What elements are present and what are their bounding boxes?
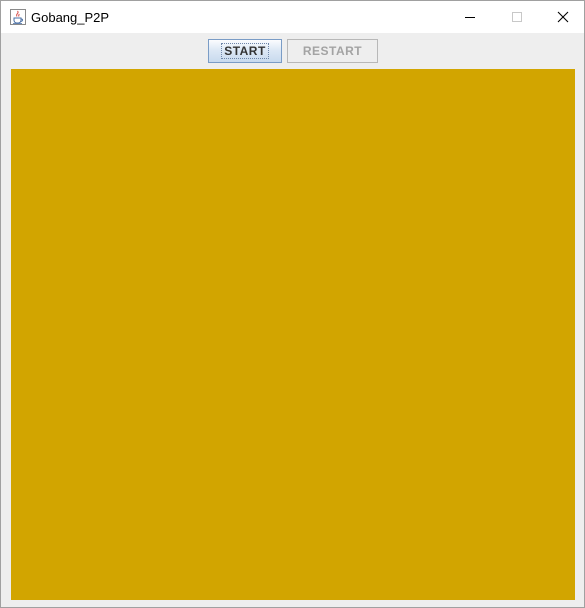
start-button[interactable]: START xyxy=(208,39,282,63)
maximize-icon xyxy=(512,12,522,22)
close-button[interactable] xyxy=(539,1,585,33)
title-bar[interactable]: Gobang_P2P xyxy=(1,1,584,33)
app-window: Gobang_P2P START RESTART xyxy=(0,0,585,608)
minimize-icon xyxy=(465,17,475,18)
window-title: Gobang_P2P xyxy=(31,10,110,25)
content-pane: START RESTART xyxy=(1,33,584,607)
java-cup-icon xyxy=(10,9,26,25)
restart-button[interactable]: RESTART xyxy=(287,39,378,63)
restart-button-label: RESTART xyxy=(302,44,363,58)
maximize-button[interactable] xyxy=(493,1,539,33)
close-icon xyxy=(557,11,569,23)
start-button-label: START xyxy=(221,43,269,59)
gobang-board[interactable] xyxy=(11,69,575,600)
minimize-button[interactable] xyxy=(446,1,492,33)
